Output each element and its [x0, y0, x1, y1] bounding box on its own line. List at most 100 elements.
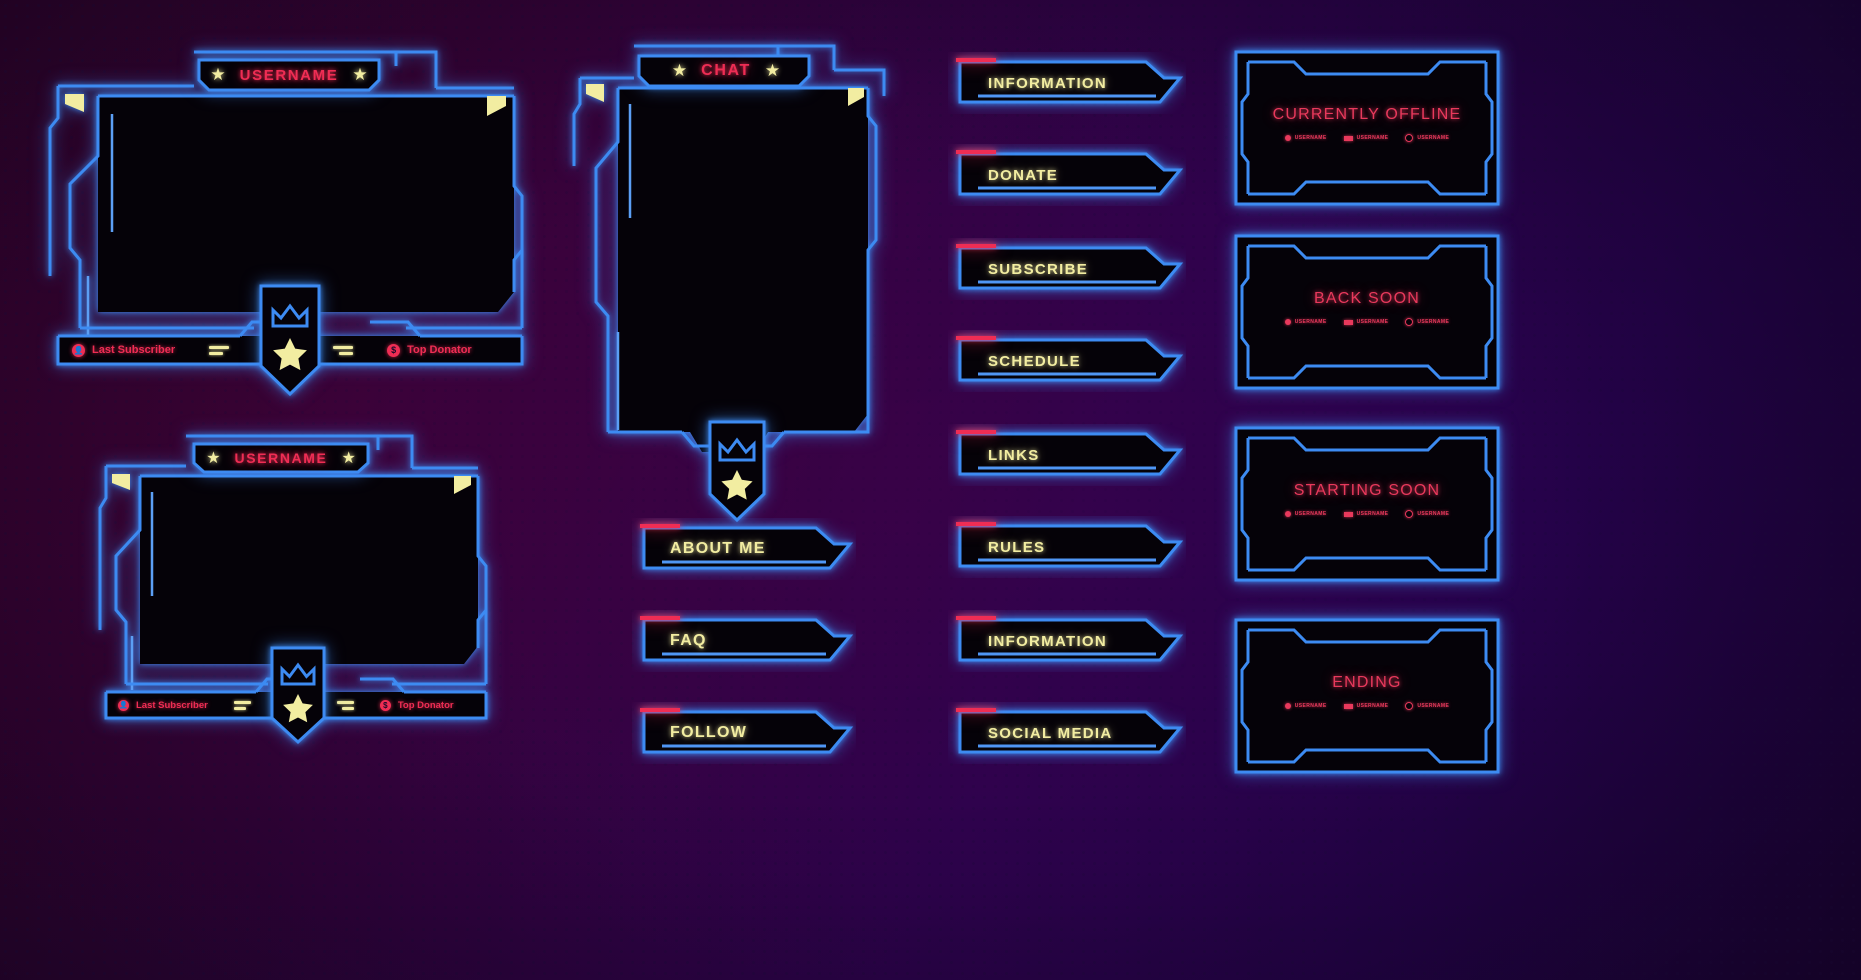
- menu-button-label: DONATE: [988, 166, 1059, 184]
- top-donator-label: Top Donator: [407, 344, 472, 356]
- menu-button-about-me[interactable]: ABOUT ME: [632, 518, 856, 580]
- menu-button-information[interactable]: INFORMATION: [948, 610, 1186, 672]
- status-username-label: USERNAME: [1417, 511, 1450, 517]
- square-icon: [1343, 703, 1353, 709]
- chat-title: CHAT: [701, 62, 751, 79]
- menu-button-label: SUBSCRIBE: [988, 260, 1089, 278]
- circle-icon: [1284, 135, 1291, 141]
- dash-marks-left: [233, 700, 251, 710]
- menu-button-label: INFORMATION: [988, 74, 1108, 92]
- status-screen-title: STARTING SOON: [1293, 482, 1441, 499]
- status-username-badge[interactable]: USERNAME: [1405, 318, 1449, 326]
- crown-shield-graphic: [259, 284, 321, 397]
- top-donator-label: Top Donator: [397, 699, 454, 711]
- status-screen-title: BACK SOON: [1314, 290, 1420, 307]
- star-icon: ★: [210, 65, 226, 84]
- menu-button-graphic: [956, 150, 1184, 196]
- status-username-badge[interactable]: USERNAME: [1284, 134, 1327, 142]
- status-screen-title: CURRENTLY OFFLINE: [1272, 106, 1462, 123]
- crown-shield-icon: [249, 282, 331, 398]
- webcam-frame-small: ★ USERNAME ★ 👤 Last Subscriber $ Top Don…: [96, 424, 496, 754]
- menu-button-schedule[interactable]: SCHEDULE: [948, 330, 1186, 392]
- menu-button-label: SCHEDULE: [988, 352, 1081, 370]
- webcam-frame-large: ★ USERNAME ★ 👤 Last Subscriber $ Top Don…: [44, 36, 534, 397]
- last-subscriber-label: Last Subscriber: [136, 699, 208, 711]
- status-username-badge[interactable]: USERNAME: [1284, 510, 1327, 518]
- status-username-badge[interactable]: USERNAME: [1405, 134, 1449, 142]
- webcam-large-title-plate: ★ USERNAME ★: [193, 58, 385, 92]
- status-screen-badges: USERNAME USERNAME USERNAME: [1232, 702, 1502, 710]
- square-icon: [1343, 135, 1353, 141]
- status-username-badge[interactable]: USERNAME: [1405, 702, 1449, 710]
- ring-icon: [1405, 702, 1414, 710]
- top-donator-chip[interactable]: $ Top Donator: [387, 343, 472, 357]
- chat-title-plate: ★ CHAT ★: [637, 54, 815, 88]
- status-username-badge[interactable]: USERNAME: [1343, 510, 1389, 518]
- status-screen-graphic: [1234, 50, 1500, 206]
- status-screen-starting-soon[interactable]: STARTING SOON USERNAME USERNAME USERNAME: [1232, 424, 1502, 584]
- menu-button-graphic: [956, 430, 1184, 476]
- status-username-badge[interactable]: USERNAME: [1405, 510, 1449, 518]
- menu-button-label: FAQ: [670, 632, 707, 649]
- square-icon: [1343, 319, 1353, 325]
- menu-button-social-media[interactable]: SOCIAL MEDIA: [948, 702, 1186, 764]
- status-username-label: USERNAME: [1417, 703, 1450, 709]
- status-username-badge[interactable]: USERNAME: [1343, 134, 1389, 142]
- chat-frame: ★ CHAT ★: [572, 32, 902, 523]
- status-screen-badges: USERNAME USERNAME USERNAME: [1232, 510, 1502, 518]
- overlay-template-stage: ★ USERNAME ★ 👤 Last Subscriber $ Top Don…: [0, 0, 1861, 980]
- menu-button-label: INFORMATION: [988, 632, 1108, 650]
- webcam-small-username: USERNAME: [234, 450, 328, 466]
- status-username-label: USERNAME: [1294, 319, 1327, 325]
- menu-button-label: SOCIAL MEDIA: [988, 724, 1113, 742]
- dash-marks-right: [336, 700, 354, 710]
- star-icon: ★: [671, 61, 688, 80]
- status-username-label: USERNAME: [1356, 135, 1389, 141]
- menu-button-subscribe[interactable]: SUBSCRIBE: [948, 238, 1186, 300]
- square-icon: [1343, 511, 1353, 517]
- status-screen-graphic: [1234, 426, 1500, 582]
- menu-button-label: FOLLOW: [670, 724, 748, 741]
- status-username-badge[interactable]: USERNAME: [1343, 318, 1389, 326]
- status-screen-currently-offline[interactable]: CURRENTLY OFFLINE USERNAME USERNAME USER…: [1232, 48, 1502, 208]
- crown-shield-icon: [698, 418, 776, 524]
- status-screen-ending[interactable]: ENDING USERNAME USERNAME USERNAME: [1232, 616, 1502, 776]
- ring-icon: [1405, 134, 1414, 142]
- status-username-badge[interactable]: USERNAME: [1284, 318, 1327, 326]
- dollar-icon: $: [387, 343, 401, 357]
- menu-button-links[interactable]: LINKS: [948, 424, 1186, 486]
- menu-button-label: ABOUT ME: [670, 540, 766, 557]
- last-subscriber-chip[interactable]: 👤 Last Subscriber: [118, 699, 208, 711]
- status-screen-graphic: [1234, 618, 1500, 774]
- user-icon: 👤: [72, 343, 85, 357]
- star-icon: ★: [352, 65, 368, 84]
- status-screen-title: ENDING: [1332, 674, 1402, 691]
- status-screen-badges: USERNAME USERNAME USERNAME: [1232, 134, 1502, 142]
- webcam-large-username: USERNAME: [239, 66, 339, 84]
- status-username-label: USERNAME: [1356, 511, 1389, 517]
- status-username-label: USERNAME: [1294, 703, 1327, 709]
- top-donator-chip[interactable]: $ Top Donator: [379, 699, 454, 711]
- crown-shield-graphic: [270, 646, 326, 745]
- menu-button-graphic: [956, 522, 1184, 568]
- webcam-small-title-plate: ★ USERNAME ★: [188, 442, 374, 474]
- status-username-label: USERNAME: [1356, 703, 1389, 709]
- menu-button-rules[interactable]: RULES: [948, 516, 1186, 578]
- circle-icon: [1284, 511, 1291, 517]
- status-username-badge[interactable]: USERNAME: [1343, 702, 1389, 710]
- status-username-label: USERNAME: [1294, 511, 1327, 517]
- menu-button-label: LINKS: [988, 446, 1040, 464]
- status-screen-back-soon[interactable]: BACK SOON USERNAME USERNAME USERNAME: [1232, 232, 1502, 392]
- status-username-label: USERNAME: [1356, 319, 1389, 325]
- menu-button-information[interactable]: INFORMATION: [948, 52, 1186, 114]
- status-username-label: USERNAME: [1417, 135, 1450, 141]
- status-username-label: USERNAME: [1294, 135, 1327, 141]
- last-subscriber-chip[interactable]: 👤 Last Subscriber: [72, 343, 175, 357]
- menu-button-donate[interactable]: DONATE: [948, 144, 1186, 206]
- star-icon: ★: [341, 450, 356, 467]
- status-username-badge[interactable]: USERNAME: [1284, 702, 1327, 710]
- menu-button-label: RULES: [988, 538, 1046, 556]
- menu-button-faq[interactable]: FAQ: [632, 610, 856, 672]
- circle-icon: [1284, 319, 1291, 325]
- menu-button-follow[interactable]: FOLLOW: [632, 702, 856, 764]
